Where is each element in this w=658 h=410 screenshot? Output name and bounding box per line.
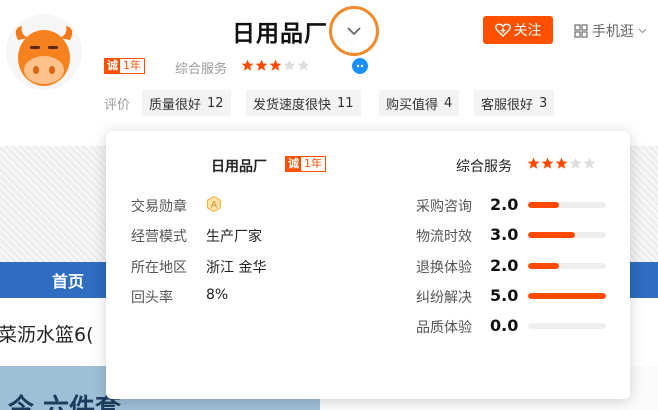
tag-count: 4 (444, 95, 453, 111)
qr-grid-icon (574, 24, 588, 38)
mobile-browse-link[interactable]: 手机逛 (574, 21, 647, 41)
star-empty-icon (583, 157, 596, 169)
tag-count: 12 (207, 95, 224, 111)
metric-value: 2.0 (490, 195, 519, 214)
tag-label: 发货速度很快 (253, 97, 332, 113)
service-stars (241, 59, 310, 72)
follow-label: 关注 (513, 23, 542, 39)
metric-label: 品质体验 (416, 320, 472, 336)
review-tag-value[interactable]: 购买值得 4 (379, 90, 460, 116)
badge-years: 1年 (301, 157, 325, 171)
tag-count: 3 (539, 95, 548, 111)
review-tag-quality[interactable]: 质量很好 12 (142, 90, 231, 116)
metric-bar-fill (528, 232, 575, 238)
tag-count: 11 (337, 95, 354, 111)
chevron-down-icon[interactable] (343, 22, 365, 40)
popup-service-stars (527, 157, 596, 170)
star-filled-icon (527, 157, 540, 169)
service-label: 综合服务 (175, 62, 228, 77)
review-tag-service[interactable]: 客服很好 3 (474, 90, 555, 116)
info-key-medal: 交易勋章 (131, 199, 187, 215)
cheng-badge: 诚 1年 (104, 58, 145, 74)
metric-label: 退换体验 (416, 260, 472, 276)
review-tag-shipping[interactable]: 发货速度很快 11 (246, 90, 361, 116)
metric-bar (528, 263, 606, 269)
cow-logo-icon (6, 14, 82, 90)
cheng-label: 诚 (105, 59, 120, 73)
popup-cheng-badge: 诚 1年 (285, 156, 326, 172)
info-value-mode: 生产厂家 (206, 229, 262, 245)
metric-bar (528, 293, 606, 299)
star-filled-icon (255, 59, 268, 71)
info-value-repeat-rate: 8% (206, 287, 229, 303)
metric-bar-fill (528, 293, 606, 299)
metric-bar-fill (528, 263, 560, 269)
follow-button[interactable]: 关注 (483, 16, 553, 44)
metric-label: 采购咨询 (416, 199, 472, 215)
metric-label: 纠纷解决 (416, 290, 472, 306)
tag-label: 质量很好 (149, 97, 202, 113)
metric-value: 3.0 (490, 225, 519, 244)
metric-bar-fill (528, 202, 560, 208)
shop-name[interactable]: 日用品厂 (232, 14, 328, 48)
chevron-down-small-icon (638, 28, 647, 34)
popup-shop-name: 日用品厂 (211, 159, 267, 175)
badge-years: 1年 (120, 59, 144, 73)
heart-plus-icon (494, 23, 511, 37)
banner-text: 今 六件套 (8, 394, 122, 410)
cheng-label: 诚 (286, 157, 301, 171)
star-filled-icon (269, 59, 282, 71)
shop-avatar[interactable] (6, 14, 82, 90)
star-filled-icon (555, 157, 568, 169)
metric-label: 物流时效 (416, 229, 472, 245)
info-key-repeat-rate: 回头率 (131, 290, 173, 306)
star-filled-icon (541, 157, 554, 169)
star-empty-icon (569, 157, 582, 169)
star-filled-icon (241, 59, 254, 71)
svg-text:A: A (211, 201, 218, 211)
info-value-region: 浙江 金华 (206, 260, 267, 276)
metric-value: 0.0 (490, 316, 519, 335)
mobile-label: 手机逛 (592, 24, 634, 40)
metric-bar (528, 232, 606, 238)
tag-label: 购买值得 (386, 97, 439, 113)
trade-medal-icon[interactable]: A (206, 196, 222, 212)
metric-bar (528, 323, 606, 329)
shop-info-popup: 日用品厂 诚 1年 综合服务 交易勋章 A 经营模式 生产厂家 所在地区 浙江 … (106, 131, 630, 399)
reviews-label: 评价 (104, 98, 131, 113)
metric-bar (528, 202, 606, 208)
info-key-region: 所在地区 (131, 260, 187, 276)
nav-home[interactable]: 首页 (0, 262, 106, 298)
tag-label: 客服很好 (481, 97, 534, 113)
popup-service-label: 综合服务 (456, 159, 512, 175)
wangwang-chat-icon[interactable] (352, 58, 368, 74)
metric-value: 2.0 (490, 256, 519, 275)
product-title[interactable]: 菜沥水篮6( (0, 320, 94, 347)
star-empty-icon (297, 59, 310, 71)
star-empty-icon (283, 59, 296, 71)
info-key-mode: 经营模式 (131, 229, 187, 245)
metric-value: 5.0 (490, 286, 519, 305)
